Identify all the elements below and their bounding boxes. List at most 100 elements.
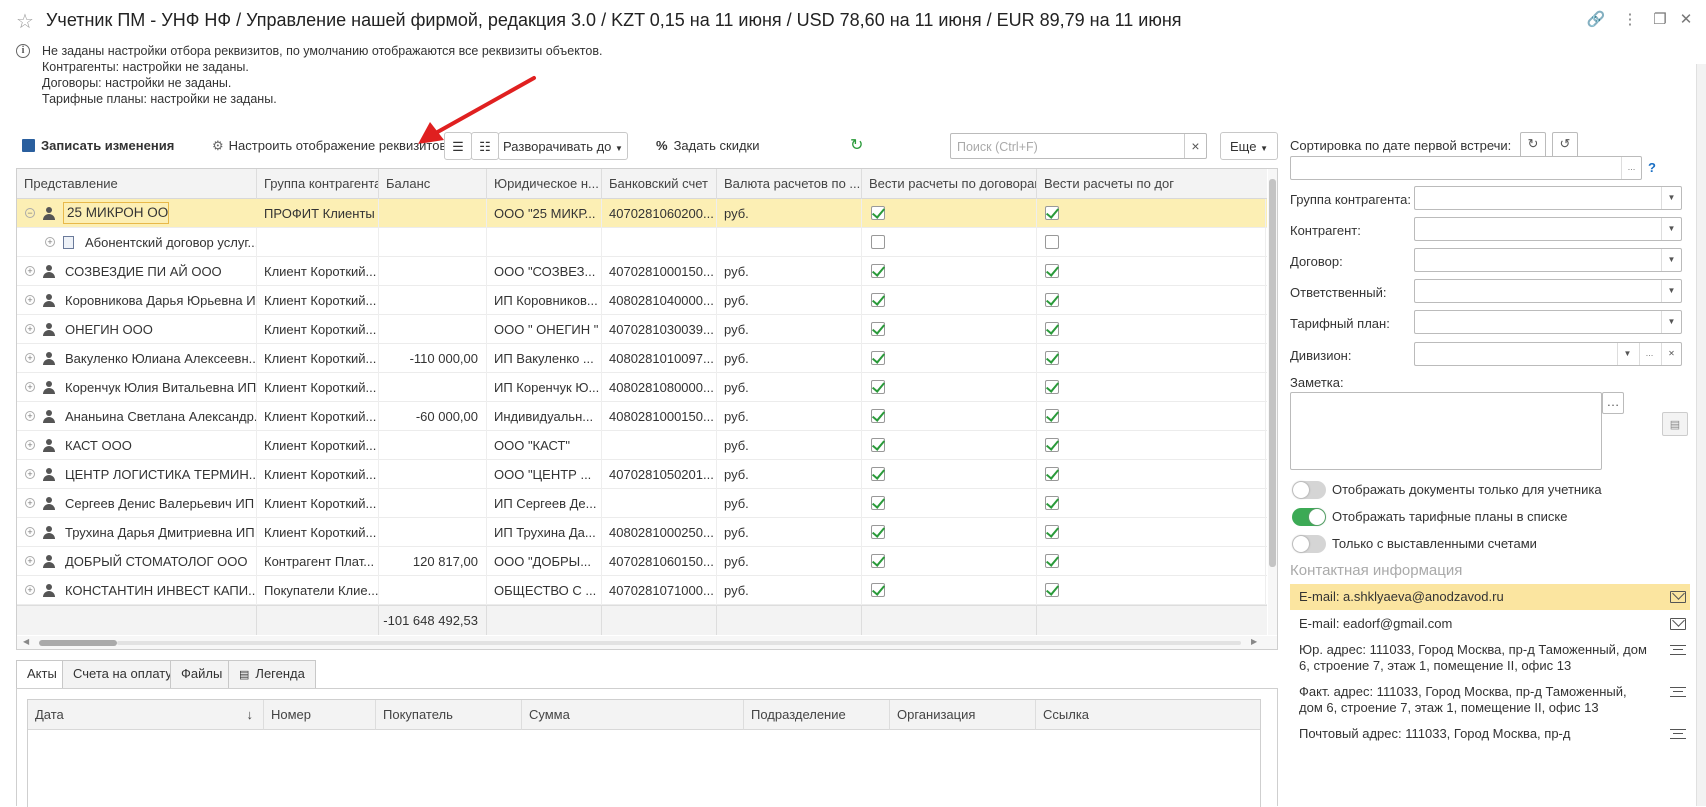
cell-account[interactable]: 4080281000250... bbox=[602, 518, 717, 547]
contracts-checkbox[interactable] bbox=[1045, 525, 1059, 539]
table-row[interactable]: + Ананьина Светлана Александр... Клиент Ко… bbox=[17, 402, 1267, 431]
cell-group[interactable]: Клиент Короткий... bbox=[257, 315, 379, 344]
cell-account[interactable]: 4070281060200... bbox=[602, 199, 717, 228]
expand-icon[interactable]: + bbox=[45, 237, 55, 247]
expand-icon[interactable]: + bbox=[25, 382, 35, 392]
cell-account[interactable]: 4070281030039... bbox=[602, 315, 717, 344]
cell-legal[interactable]: ОБЩЕСТВО С ... bbox=[487, 576, 602, 605]
expand-icon[interactable]: + bbox=[25, 353, 35, 363]
note-attach-button[interactable]: ▤ bbox=[1662, 412, 1688, 436]
set-discounts-button[interactable]: % Задать скидки bbox=[656, 132, 760, 160]
cell-legal[interactable]: ИП Сергеев Де... bbox=[487, 489, 602, 518]
contracts-checkbox[interactable] bbox=[1045, 496, 1059, 510]
cell-currency[interactable] bbox=[717, 228, 862, 257]
table-row[interactable]: + Трухина Дарья Дмитриевна ИП Клиент Корот… bbox=[17, 518, 1267, 547]
cell-group[interactable]: Клиент Короткий... bbox=[257, 489, 379, 518]
table-row[interactable]: + Коровникова Дарья Юрьевна ИП Клиент Коро… bbox=[17, 286, 1267, 315]
cell-legal[interactable]: ООО "ЦЕНТР ... bbox=[487, 460, 602, 489]
table-row[interactable]: + СОЗВЕЗДИЕ ПИ АЙ ООО Клиент Короткий... ОО… bbox=[17, 257, 1267, 286]
contracts-checkbox[interactable] bbox=[1045, 206, 1059, 220]
cell-group[interactable]: Клиент Короткий... bbox=[257, 373, 379, 402]
cell-group[interactable]: Клиент Короткий... bbox=[257, 257, 379, 286]
toggle-invoiced-only[interactable] bbox=[1292, 535, 1326, 553]
more-vertical-icon[interactable]: ⋮ bbox=[1620, 10, 1640, 28]
contact-item[interactable]: Почтовый адрес: 111033, Город Москва, пр… bbox=[1290, 726, 1690, 742]
contracts-checkbox[interactable] bbox=[1045, 235, 1059, 249]
collapse-icon[interactable]: − bbox=[25, 208, 35, 218]
cell-group[interactable]: ПРОФИТ Клиенты bbox=[257, 199, 379, 228]
col-header-legal[interactable]: Юридическое н... bbox=[487, 169, 602, 199]
lines-icon[interactable] bbox=[1670, 687, 1686, 697]
cell-account[interactable]: 4070281000150... bbox=[602, 257, 717, 286]
contracts-checkbox[interactable] bbox=[1045, 380, 1059, 394]
cell-presentation[interactable]: Сергеев Денис Валерьевич ИП bbox=[59, 489, 257, 518]
lines-icon[interactable] bbox=[1670, 645, 1686, 655]
cell-account[interactable]: 4080281010097... bbox=[602, 344, 717, 373]
cell-balance[interactable] bbox=[379, 576, 487, 605]
responsible-select[interactable]: ▼ bbox=[1414, 279, 1682, 303]
list-view-button[interactable]: ☷ bbox=[471, 132, 499, 160]
contracts-checkbox[interactable] bbox=[1045, 351, 1059, 365]
scroll-thumb[interactable] bbox=[39, 640, 117, 646]
cell-presentation[interactable]: Вакуленко Юлиана Алексеевн... bbox=[59, 344, 257, 373]
contact-item[interactable]: E-mail: a.shklyaeva@anodzavod.ru bbox=[1290, 584, 1690, 610]
cell-account[interactable]: 4070281071000... bbox=[602, 576, 717, 605]
top-filter-field[interactable]: … bbox=[1290, 156, 1642, 180]
contracts-checkbox[interactable] bbox=[1045, 322, 1059, 336]
caret-down-icon[interactable]: ▼ bbox=[1661, 249, 1681, 271]
cell-group[interactable]: Клиент Короткий... bbox=[257, 402, 379, 431]
caret-down-icon[interactable]: ▼ bbox=[1661, 280, 1681, 302]
cell-presentation[interactable]: ОНЕГИН ООО bbox=[59, 315, 257, 344]
cell-presentation[interactable]: ЦЕНТР ЛОГИСТИКА ТЕРМИН... bbox=[59, 460, 257, 489]
cell-currency[interactable]: руб. bbox=[717, 431, 862, 460]
group-select[interactable]: ▼ bbox=[1414, 186, 1682, 210]
cell-account[interactable] bbox=[602, 228, 717, 257]
table-row[interactable]: + ЦЕНТР ЛОГИСТИКА ТЕРМИН... Клиент Коротки… bbox=[17, 460, 1267, 489]
table-row[interactable]: + Сергеев Денис Валерьевич ИП Клиент Корот… bbox=[17, 489, 1267, 518]
col-header-contracts[interactable]: Вести расчеты по договорам bbox=[862, 169, 1037, 199]
expand-to-dropdown[interactable]: Разворачивать до ▼ bbox=[498, 132, 628, 160]
cell-presentation[interactable]: Ананьина Светлана Александр... bbox=[59, 402, 257, 431]
cell-balance[interactable] bbox=[379, 286, 487, 315]
cell-legal[interactable]: ООО "25 МИКР... bbox=[487, 199, 602, 228]
cell-currency[interactable]: руб. bbox=[717, 460, 862, 489]
contracts-checkbox[interactable] bbox=[871, 351, 885, 365]
cell-group[interactable]: Клиент Короткий... bbox=[257, 518, 379, 547]
sort-refresh-button[interactable]: ↻ bbox=[1520, 132, 1546, 158]
expand-icon[interactable]: + bbox=[25, 556, 35, 566]
cell-presentation[interactable]: Трухина Дарья Дмитриевна ИП bbox=[59, 518, 257, 547]
cell-presentation[interactable]: ДОБРЫЙ СТОМАТОЛОГ ООО bbox=[59, 547, 257, 576]
tab-files[interactable]: Файлы bbox=[170, 660, 234, 688]
contracts-checkbox[interactable] bbox=[871, 206, 885, 220]
cell-presentation[interactable]: КАСТ ООО bbox=[59, 431, 257, 460]
contact-item[interactable]: Факт. адрес: 111033, Город Москва, пр-д … bbox=[1290, 684, 1690, 716]
cell-group[interactable]: Клиент Короткий... bbox=[257, 286, 379, 315]
cell-account[interactable] bbox=[602, 431, 717, 460]
cell-presentation[interactable]: Коровникова Дарья Юрьевна ИП bbox=[59, 286, 257, 315]
cell-currency[interactable]: руб. bbox=[717, 373, 862, 402]
clear-search-icon[interactable]: × bbox=[1184, 134, 1206, 158]
cell-legal[interactable]: ИП Коровников... bbox=[487, 286, 602, 315]
tariff-select[interactable]: ▼ bbox=[1414, 310, 1682, 334]
cell-account[interactable]: 4080281040000... bbox=[602, 286, 717, 315]
contact-item[interactable]: E-mail: eadorf@gmail.com bbox=[1290, 611, 1690, 637]
cell-legal[interactable]: ИП Коренчук Ю... bbox=[487, 373, 602, 402]
toggle-docs-only[interactable] bbox=[1292, 481, 1326, 499]
expand-icon[interactable]: + bbox=[25, 295, 35, 305]
cell-legal[interactable]: Индивидуальн... bbox=[487, 402, 602, 431]
cell-group[interactable]: Покупатели Клие... bbox=[257, 576, 379, 605]
col-header-date[interactable]: Дата ↓ bbox=[28, 700, 264, 730]
counterparty-select[interactable]: ▼ bbox=[1414, 217, 1682, 241]
caret-down-icon[interactable]: ▼ bbox=[1661, 187, 1681, 209]
cell-currency[interactable]: руб. bbox=[717, 286, 862, 315]
cell-balance[interactable] bbox=[379, 257, 487, 286]
cell-account[interactable]: 4080281080000... bbox=[602, 373, 717, 402]
contracts-checkbox[interactable] bbox=[1045, 293, 1059, 307]
sort-reset-button[interactable]: ↺ bbox=[1552, 132, 1578, 158]
page-scrollbar[interactable] bbox=[1696, 64, 1706, 806]
col-header-contracts-2[interactable]: Вести расчеты по дог bbox=[1037, 169, 1267, 199]
contract-select[interactable]: ▼ bbox=[1414, 248, 1682, 272]
col-header-balance[interactable]: Баланс bbox=[379, 169, 487, 199]
link-icon[interactable]: 🔗 bbox=[1586, 10, 1606, 28]
contracts-checkbox[interactable] bbox=[871, 438, 885, 452]
